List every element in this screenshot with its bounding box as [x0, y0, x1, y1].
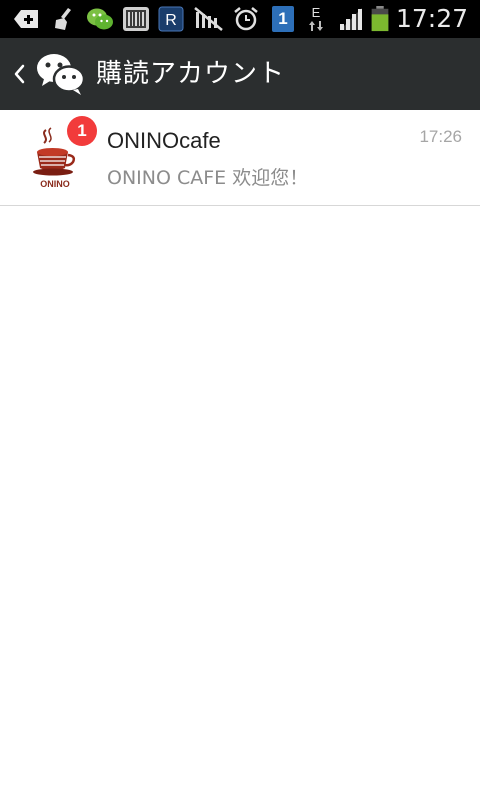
list-item-preview: ONINO CAFE 欢迎您！ — [107, 167, 309, 189]
battery-icon — [371, 6, 389, 32]
alarm-icon — [234, 7, 258, 31]
data-arrows-icon — [309, 21, 323, 31]
r-app-icon: R — [158, 6, 184, 32]
edge-data-icon: E — [306, 6, 326, 32]
unread-badge: 1 — [67, 116, 97, 146]
avatar-text: ONINO — [40, 179, 70, 189]
network-type-label: E — [311, 5, 321, 20]
signal-icon — [340, 8, 362, 30]
no-signal-icon — [194, 7, 223, 31]
status-bar: R 1 E 17:27 — [0, 0, 480, 38]
list-item[interactable]: ONINO 1 ONINOcafe 17:26 ONINO CAFE 欢迎您！ — [0, 110, 480, 206]
action-bar: 購読アカウント — [0, 38, 480, 110]
wechat-logo-icon[interactable] — [36, 52, 86, 96]
wechat-icon — [87, 8, 113, 30]
list-item-name: ONINOcafe — [107, 128, 221, 153]
status-time: 17:27 — [395, 4, 468, 33]
android-icon — [14, 10, 38, 28]
broom-icon — [55, 8, 71, 30]
list-item-time: 17:26 — [419, 127, 462, 146]
page-title: 購読アカウント — [96, 59, 286, 89]
chevron-left-icon[interactable] — [10, 62, 28, 86]
barcode-icon — [123, 7, 149, 31]
svg-text:R: R — [165, 12, 177, 29]
notification-one-icon: 1 — [272, 6, 294, 32]
